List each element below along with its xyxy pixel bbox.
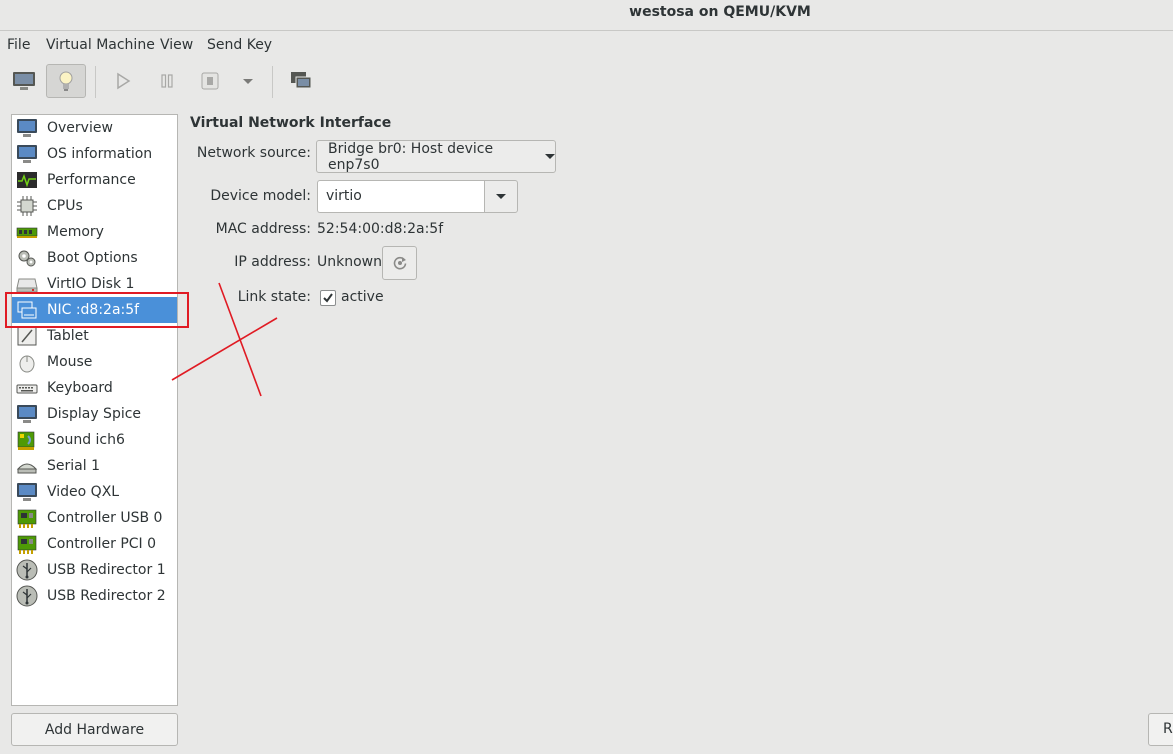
network-source-label: Network source: [196,145,311,161]
sidebar-item-label: Display Spice [47,406,142,422]
link-state-value[interactable]: active [341,289,384,305]
console-button[interactable] [4,64,44,98]
sidebar-item-tablet[interactable]: Tablet [12,323,177,349]
toolbar [0,62,1173,102]
sidebar-item-label: OS information [47,146,153,162]
sidebar-item-label: Performance [47,172,136,188]
lightbulb-icon [59,71,73,91]
stop-icon [201,72,219,90]
toolbar-separator [95,66,96,98]
refresh-icon [393,256,406,270]
disk-drive-icon [16,273,38,295]
toolbar-separator [272,66,273,98]
refresh-ip-button[interactable] [382,246,417,280]
monitor-icon [16,403,38,425]
annotation-line-2 [171,317,278,381]
sidebar-item-overview[interactable]: Overview [12,115,177,141]
chevron-down-icon [545,154,555,159]
sidebar-item-keyboard[interactable]: Keyboard [12,375,177,401]
sidebar-item-display-spice[interactable]: Display Spice [12,401,177,427]
run-button[interactable] [103,64,143,98]
link-state-label: Link state: [237,289,311,305]
mac-address-label: MAC address: [215,221,311,237]
monitor-icon [16,117,38,139]
monitor-icon [16,143,38,165]
memory-module-icon [16,221,38,243]
detail-heading: Virtual Network Interface [190,115,392,131]
title-bar: westosa on QEMU/KVM [0,0,1173,31]
menu-bar: File Virtual Machine View Send Key [0,32,1173,60]
mouse-icon [16,351,38,373]
menu-send-key[interactable]: Send Key [207,37,272,53]
sidebar-item-label: Tablet [47,328,89,344]
add-hardware-button[interactable]: Add Hardware [11,713,178,746]
chevron-down-icon [496,194,506,199]
sidebar-item-label: Serial 1 [47,458,100,474]
monitor-icon [16,481,38,503]
pause-icon [161,74,173,88]
sidebar-item-controller-usb-0[interactable]: Controller USB 0 [12,505,177,531]
ip-address-label: IP address: [234,254,311,270]
sidebar-item-label: Keyboard [47,380,113,396]
window-title: westosa on QEMU/KVM [629,4,811,20]
keyboard-icon [16,377,38,399]
sidebar-item-serial-1[interactable]: Serial 1 [12,453,177,479]
dropdown-arrow-icon [243,78,253,84]
sidebar-item-label: NIC :d8:2a:5f [47,302,140,318]
menu-view[interactable]: View [160,37,193,53]
sidebar-item-label: VirtIO Disk 1 [47,276,135,292]
pause-button[interactable] [147,64,187,98]
sidebar-item-label: Memory [47,224,104,240]
device-model-dropdown-button[interactable] [484,180,518,213]
device-model-entry[interactable]: virtio [317,180,485,213]
sidebar-item-label: Boot Options [47,250,138,266]
sidebar-item-label: USB Redirector 2 [47,588,166,604]
ip-address-value: Unknown [317,254,382,270]
sidebar-item-label: Video QXL [47,484,120,500]
monitor-icon [13,72,35,90]
checkmark-icon [323,293,333,303]
usb-icon [16,559,38,581]
sidebar-item-label: CPUs [47,198,83,214]
sidebar-item-video-qxl[interactable]: Video QXL [12,479,177,505]
sidebar-item-mouse[interactable]: Mouse [12,349,177,375]
controller-card-icon [16,507,38,529]
remove-button[interactable]: R [1148,713,1173,746]
sidebar-item-sound-ich6[interactable]: Sound ich6 [12,427,177,453]
link-state-checkbox[interactable] [320,290,336,306]
serial-port-icon [16,455,38,477]
device-model-label: Device model: [210,188,311,204]
shutdown-button[interactable] [190,64,230,98]
sidebar-item-label: Mouse [47,354,93,370]
sidebar-item-usb-redirector-1[interactable]: USB Redirector 1 [12,557,177,583]
sound-card-icon [16,429,38,451]
performance-graph-icon [16,169,38,191]
fullscreen-button[interactable] [281,64,321,98]
menu-virtual-machine[interactable]: Virtual Machine [46,37,155,53]
menu-file[interactable]: File [7,37,30,53]
usb-icon [16,585,38,607]
cpu-chip-icon [16,195,38,217]
network-source-combo[interactable]: Bridge br0: Host device enp7s0 [316,140,556,173]
shutdown-menu-button[interactable] [228,64,268,98]
details-button[interactable] [46,64,86,98]
mac-address-value: 52:54:00:d8:2a:5f [317,221,444,237]
sidebar-item-usb-redirector-2[interactable]: USB Redirector 2 [12,583,177,609]
sidebar-item-controller-pci-0[interactable]: Controller PCI 0 [12,531,177,557]
sidebar-item-label: USB Redirector 1 [47,562,166,578]
sidebar-item-label: Controller PCI 0 [47,536,157,552]
controller-card-icon [16,533,38,555]
play-icon [117,72,131,90]
sidebar-item-label: Controller USB 0 [47,510,163,526]
screens-icon [291,72,312,89]
tablet-icon [16,325,38,347]
network-source-value: Bridge br0: Host device enp7s0 [328,140,494,173]
network-card-icon [16,299,38,321]
sidebar-item-label: Sound ich6 [47,432,125,448]
sidebar-item-label: Overview [47,120,113,136]
gears-icon [16,247,38,269]
